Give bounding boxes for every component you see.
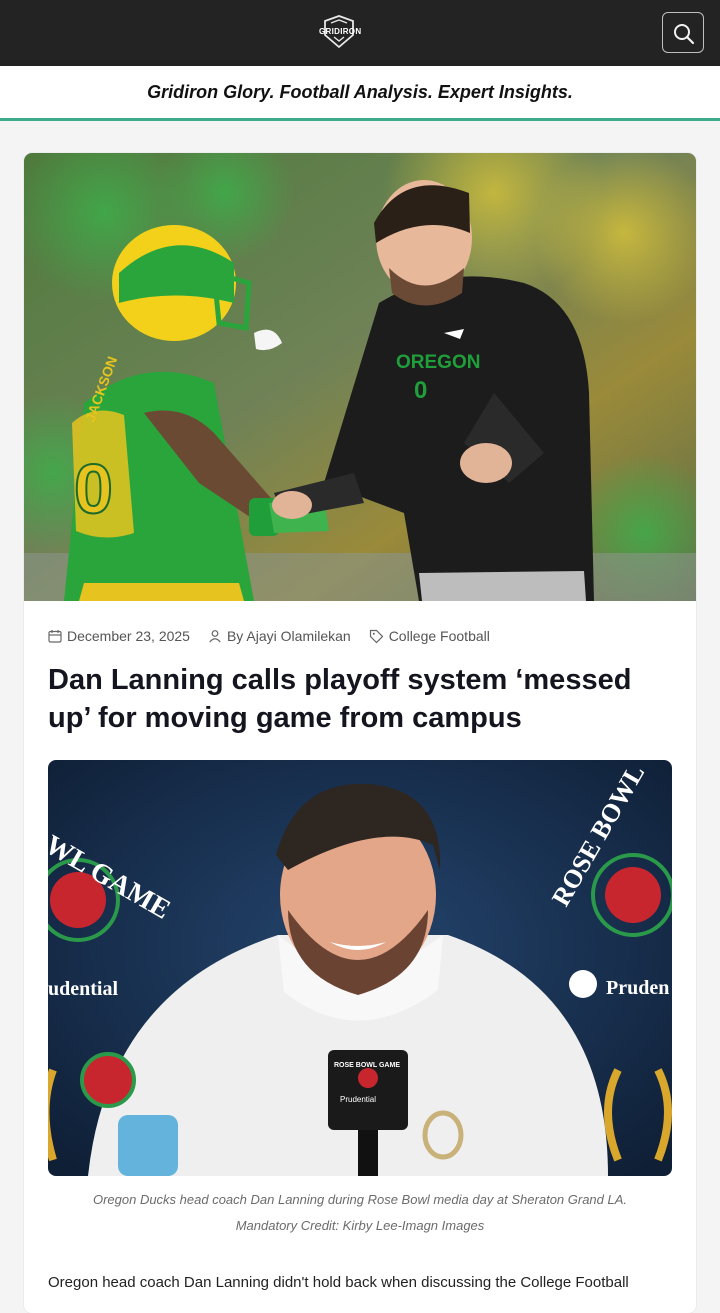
svg-text:0: 0	[74, 450, 113, 528]
article-body-paragraph: Oregon head coach Dan Lanning didn't hol…	[48, 1274, 629, 1291]
post-date: December 23, 2025	[48, 628, 190, 644]
svg-text:0: 0	[414, 377, 427, 404]
hero-image[interactable]: JACKSON 0 OREGON 0	[24, 153, 696, 601]
search-icon	[674, 24, 695, 45]
caption-line-1: Oregon Ducks head coach Dan Lanning duri…	[92, 1192, 628, 1207]
tag-icon	[369, 629, 384, 643]
post-category[interactable]: College Football	[369, 628, 490, 644]
user-icon	[209, 630, 221, 643]
search-button[interactable]	[662, 12, 704, 53]
mic-flag-text: ROSE BOWL GAME	[334, 1062, 400, 1069]
article-meta: December 23, 2025 By Ajayi Olamilekan Co…	[48, 626, 508, 646]
svg-text:OREGON: OREGON	[396, 352, 480, 373]
site-header: GRIDIRON	[0, 0, 720, 66]
post-author-text[interactable]: By Ajayi Olamilekan	[227, 628, 351, 644]
mic-sponsor-text: Prudential	[340, 1095, 376, 1104]
article-card: JACKSON 0 OREGON 0 December 23, 2025 By …	[24, 153, 696, 1313]
calendar-icon	[48, 630, 62, 643]
caption-line-2: Mandatory Credit: Kirby Lee-Imagn Images	[235, 1218, 485, 1233]
article-title: Dan Lanning calls playoff system ‘messed…	[48, 664, 632, 734]
article-inline-image[interactable]: WL GAME udential ROSE BOWL Pruden ROSE B…	[48, 760, 672, 1176]
site-tagline: Gridiron Glory. Football Analysis. Exper…	[147, 82, 573, 102]
right-sponsor-text: Pruden	[606, 977, 669, 999]
post-date-text: December 23, 2025	[67, 628, 190, 644]
site-logo[interactable]: GRIDIRON	[319, 15, 362, 49]
logo-text: GRIDIRON	[319, 27, 362, 36]
left-sponsor-text: udential	[48, 978, 118, 1000]
tagline-bar: Gridiron Glory. Football Analysis. Exper…	[0, 66, 720, 121]
post-category-text[interactable]: College Football	[389, 628, 490, 644]
image-caption: Oregon Ducks head coach Dan Lanning duri…	[48, 1187, 672, 1239]
post-author[interactable]: By Ajayi Olamilekan	[208, 628, 351, 644]
